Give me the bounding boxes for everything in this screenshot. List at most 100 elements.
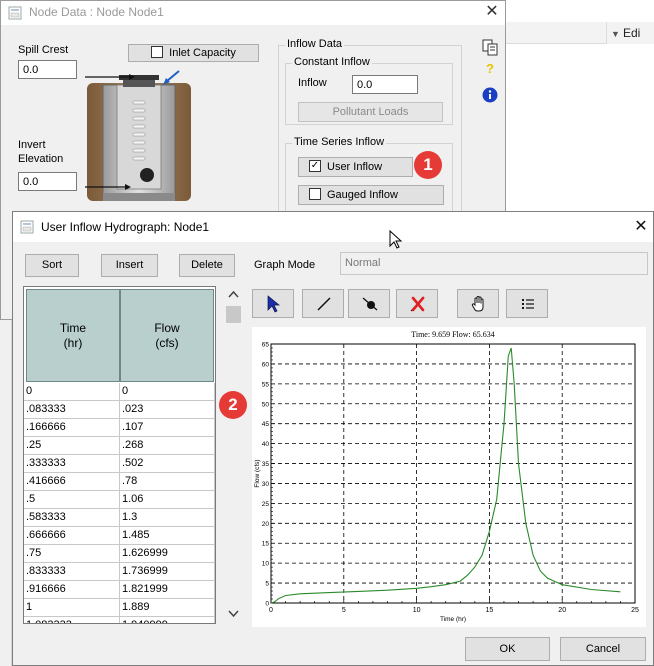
gauged-inflow-checkbox[interactable]: Gauged Inflow: [298, 185, 444, 205]
y-tick-label: 40: [262, 441, 270, 448]
table-row[interactable]: 00: [24, 383, 215, 401]
y-tick-label: 15: [262, 541, 270, 548]
table-row[interactable]: .083333.023: [24, 401, 215, 419]
column-header-time[interactable]: Time (hr): [26, 289, 120, 382]
spill-crest-input[interactable]: 0.0: [18, 60, 77, 79]
callout-badge-2: 2: [219, 391, 247, 419]
inflow-input[interactable]: 0.0: [352, 75, 418, 94]
y-tick-label: 45: [262, 421, 270, 428]
x-axis-label: Time (hr): [440, 616, 466, 623]
table-row[interactable]: .916666 1.821999: [24, 581, 215, 599]
list-tool-button[interactable]: [506, 289, 548, 318]
x-tick-label: 5: [342, 607, 346, 614]
x-tick-label: 0: [269, 607, 273, 614]
table-row[interactable]: .833333 1.736999: [24, 563, 215, 581]
draw-line-tool-button[interactable]: [302, 289, 344, 318]
node-dialog-title: Node Data : Node Node1: [29, 5, 164, 19]
y-tick-label: 5: [265, 581, 269, 588]
time-cell[interactable]: 0: [24, 383, 120, 401]
delete-point-tool-button[interactable]: [396, 289, 438, 318]
close-icon[interactable]: ✕: [482, 3, 502, 23]
cancel-button[interactable]: Cancel: [560, 637, 646, 661]
y-tick-label: 10: [262, 561, 270, 568]
add-point-tool-button[interactable]: [348, 289, 390, 318]
table-row[interactable]: 1.0833331.940999: [24, 617, 215, 623]
flow-cell[interactable]: 1.3: [120, 509, 215, 527]
time-cell[interactable]: .833333: [24, 563, 120, 581]
hydrograph-chart[interactable]: 0 5 10 15 20 25 0 5 10 15 20 25 30 35 40 45 50 55 60 65 Time…: [252, 327, 646, 627]
flow-cell[interactable]: 1.626999: [120, 545, 215, 563]
time-series-inflow-title: Time Series Inflow: [292, 136, 387, 148]
time-cell[interactable]: .75: [24, 545, 120, 563]
table-row[interactable]: .75 1.626999: [24, 545, 215, 563]
flow-cell[interactable]: 1.940999: [120, 617, 215, 623]
table-row[interactable]: .333333.502: [24, 455, 215, 473]
flow-cell[interactable]: .107: [120, 419, 215, 437]
app-icon: [20, 220, 34, 234]
copy-icon[interactable]: [481, 38, 499, 56]
y-tick-label: 25: [262, 501, 270, 508]
time-cell[interactable]: 1: [24, 599, 120, 617]
time-cell[interactable]: .416666: [24, 473, 120, 491]
info-icon[interactable]: [482, 87, 498, 103]
flow-cell[interactable]: .023: [120, 401, 215, 419]
time-cell[interactable]: .333333: [24, 455, 120, 473]
mouse-cursor-icon: [389, 230, 403, 249]
time-cell[interactable]: .583333: [24, 509, 120, 527]
pollutant-loads-button[interactable]: Pollutant Loads: [298, 102, 443, 122]
flow-cell[interactable]: .268: [120, 437, 215, 455]
flow-cell[interactable]: .502: [120, 455, 215, 473]
time-cell[interactable]: .5: [24, 491, 120, 509]
insert-button[interactable]: Insert: [101, 254, 158, 277]
time-series-grid[interactable]: Time (hr) Flow (cfs) 0 0.083333.023.16666…: [23, 286, 216, 624]
flow-cell[interactable]: 1.485: [120, 527, 215, 545]
flow-cell[interactable]: 1.736999: [120, 563, 215, 581]
constant-inflow-title: Constant Inflow: [292, 56, 372, 68]
table-row[interactable]: .666666 1.485: [24, 527, 215, 545]
pointer-arrow-icon: [267, 295, 280, 313]
chevron-up-icon[interactable]: [228, 290, 239, 298]
ok-button[interactable]: OK: [465, 637, 550, 661]
time-cell[interactable]: 1.083333: [24, 617, 120, 623]
time-cell[interactable]: .25: [24, 437, 120, 455]
user-inflow-checkbox[interactable]: ✓ User Inflow: [298, 157, 413, 177]
table-row[interactable]: .5 1.06: [24, 491, 215, 509]
flow-cell[interactable]: 1.06: [120, 491, 215, 509]
table-row[interactable]: .583333 1.3: [24, 509, 215, 527]
invert-label-line2: Elevation: [18, 153, 64, 165]
inlet-capacity-checkbox[interactable]: Inlet Capacity: [128, 44, 259, 62]
graph-mode-field[interactable]: Normal: [340, 252, 648, 275]
column-header-flow[interactable]: Flow (cfs): [120, 289, 214, 382]
pointer-tool-button[interactable]: [252, 289, 294, 318]
list-icon: [522, 299, 534, 309]
checkbox-unchecked-icon: [309, 188, 321, 201]
y-tick-label: 65: [262, 342, 270, 349]
flow-cell[interactable]: 1.821999: [120, 581, 215, 599]
sort-button[interactable]: Sort: [25, 254, 79, 277]
help-icon[interactable]: ?: [486, 61, 494, 76]
delete-button[interactable]: Delete: [179, 254, 235, 277]
close-icon[interactable]: ✕: [631, 218, 651, 238]
chevron-down-icon[interactable]: [228, 610, 239, 618]
background-edit-menu[interactable]: ▼ Edi: [606, 22, 654, 44]
y-tick-label: 50: [262, 401, 270, 408]
flow-cell[interactable]: 1.889: [120, 599, 215, 617]
table-row[interactable]: 1 1.889: [24, 599, 215, 617]
grid-scrollbar[interactable]: [225, 286, 242, 624]
uih-title: User Inflow Hydrograph: Node1: [41, 220, 210, 234]
pan-tool-button[interactable]: [457, 289, 499, 318]
time-cell[interactable]: .916666: [24, 581, 120, 599]
pan-hand-icon: [471, 295, 484, 312]
table-row[interactable]: .166666.107: [24, 419, 215, 437]
flow-cell[interactable]: 0: [120, 383, 215, 401]
inflow-data-title: Inflow Data: [285, 38, 345, 50]
x-tick-label: 10: [413, 607, 421, 614]
grid-scroll-thumb[interactable]: [226, 306, 241, 323]
invert-elevation-input[interactable]: 0.0: [18, 172, 77, 191]
time-cell[interactable]: .166666: [24, 419, 120, 437]
table-row[interactable]: .416666.78: [24, 473, 215, 491]
time-cell[interactable]: .666666: [24, 527, 120, 545]
flow-cell[interactable]: .78: [120, 473, 215, 491]
table-row[interactable]: .25.268: [24, 437, 215, 455]
time-cell[interactable]: .083333: [24, 401, 120, 419]
